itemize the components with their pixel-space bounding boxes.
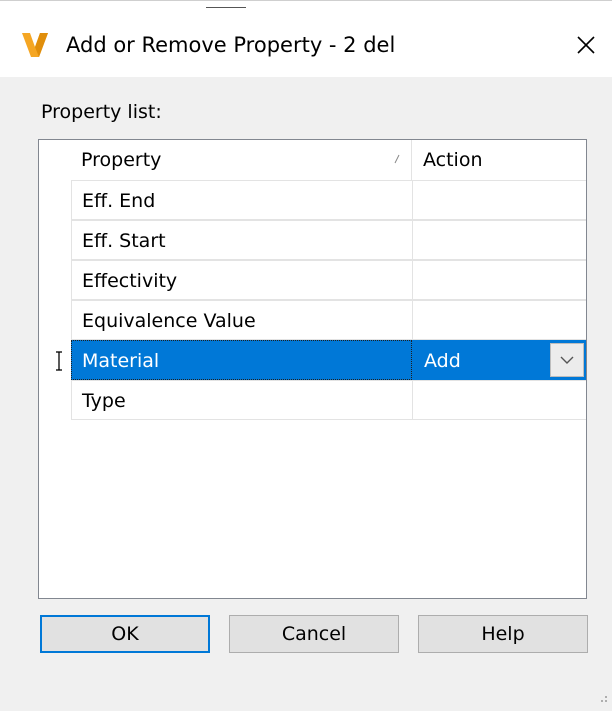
chevron-down-icon — [560, 356, 574, 364]
dialog-title: Add or Remove Property - 2 del — [66, 33, 396, 57]
text-cursor-icon — [56, 351, 62, 371]
table-row[interactable]: Equivalence Value — [71, 300, 586, 340]
cancel-button[interactable]: Cancel — [229, 615, 399, 653]
action-dropdown-button[interactable] — [550, 343, 584, 377]
add-remove-property-dialog: Add or Remove Property - 2 del Property … — [0, 0, 612, 711]
close-icon[interactable] — [574, 33, 598, 57]
table-row[interactable]: Effectivity — [71, 260, 586, 300]
property-cell[interactable]: Equivalence Value — [71, 300, 412, 340]
background-window-strip — [0, 1, 612, 11]
property-cell[interactable]: Eff. End — [71, 180, 412, 220]
table-row[interactable]: Eff. End — [71, 180, 586, 220]
column-header-property-label: Property — [81, 149, 162, 171]
table-row-selected[interactable]: Material Add — [71, 340, 586, 380]
property-grid[interactable]: Property Action Eff. End Eff. Start Effe… — [38, 139, 587, 599]
property-cell[interactable]: Type — [71, 380, 412, 420]
action-cell[interactable] — [412, 180, 586, 220]
table-row[interactable]: Type — [71, 380, 586, 420]
column-header-action[interactable]: Action — [412, 140, 586, 180]
action-cell[interactable]: Add — [412, 340, 586, 380]
title-bar: Add or Remove Property - 2 del — [0, 11, 612, 77]
property-cell[interactable]: Effectivity — [71, 260, 412, 300]
action-cell[interactable] — [412, 300, 586, 340]
column-header-action-label: Action — [423, 149, 483, 171]
property-list-label: Property list: — [41, 101, 162, 123]
table-row[interactable]: Eff. Start — [71, 220, 586, 260]
property-cell[interactable]: Material — [71, 340, 412, 380]
ok-button[interactable]: OK — [40, 615, 210, 653]
vault-v-logo-icon — [22, 33, 48, 57]
sort-indicator-icon — [394, 154, 400, 164]
resize-grip-icon[interactable] — [596, 693, 608, 705]
help-button[interactable]: Help — [418, 615, 588, 653]
action-cell[interactable] — [412, 260, 586, 300]
action-cell[interactable] — [412, 380, 586, 420]
column-header-property[interactable]: Property — [71, 140, 412, 180]
background-window-fragment — [206, 1, 246, 8]
action-value: Add — [424, 350, 461, 372]
action-cell[interactable] — [412, 220, 586, 260]
property-cell[interactable]: Eff. Start — [71, 220, 412, 260]
